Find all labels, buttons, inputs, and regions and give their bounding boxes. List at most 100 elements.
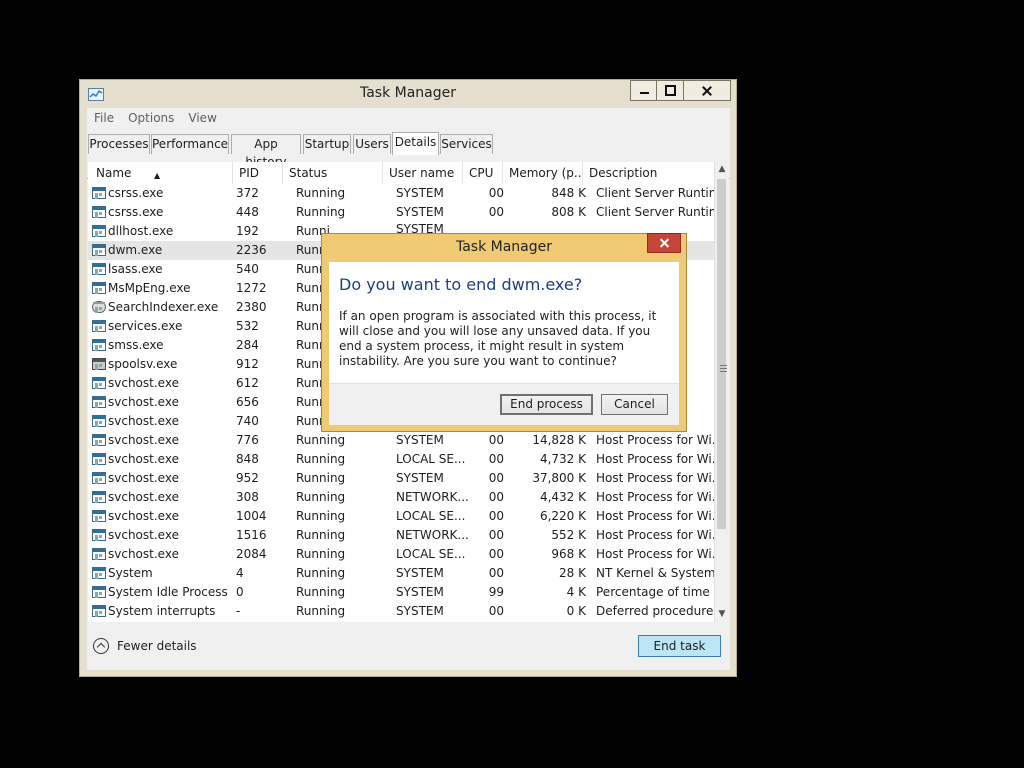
chevron-up-circle-icon	[93, 638, 109, 654]
scroll-up-arrow-icon[interactable]: ▲	[715, 162, 729, 177]
process-description: Deferred procedure ...	[596, 604, 714, 618]
process-icon	[90, 508, 106, 524]
column-header-description[interactable]: Description	[583, 162, 715, 184]
process-description: Client Server Runtim...	[596, 186, 714, 200]
column-header-memory[interactable]: Memory (p...	[503, 162, 583, 184]
process-name: System Idle Process	[108, 585, 228, 599]
process-description: Percentage of time t...	[596, 585, 714, 599]
column-header-name[interactable]: Name ▲	[88, 162, 233, 184]
process-name: System	[108, 566, 153, 580]
process-cpu: 00	[488, 452, 504, 466]
process-memory: 968 K	[551, 547, 586, 561]
process-user: SYSTEM	[396, 604, 444, 618]
cancel-button[interactable]: Cancel	[601, 394, 668, 415]
end-task-button[interactable]: End task	[638, 635, 721, 657]
process-pid: 612	[236, 376, 259, 390]
process-name: MsMpEng.exe	[108, 281, 191, 295]
tab-services[interactable]: Services	[440, 134, 493, 154]
process-status: Running	[296, 604, 346, 618]
process-glyph	[92, 453, 106, 465]
process-row[interactable]: csrss.exe 448 Running SYSTEM 00 808 K Client S…	[88, 203, 715, 222]
process-glyph	[92, 358, 106, 370]
process-pid: 2380	[236, 300, 267, 314]
process-glyph	[92, 548, 106, 560]
process-cpu: 00	[488, 490, 504, 504]
caption-buttons	[630, 80, 731, 101]
fewer-details-toggle[interactable]: Fewer details	[93, 636, 197, 656]
tab-details[interactable]: Details	[392, 132, 439, 155]
process-glyph	[92, 320, 106, 332]
process-user: SYSTEM	[396, 471, 444, 485]
process-row[interactable]: svchost.exe 308 Running NETWORK... 00 4,432 K…	[88, 488, 715, 507]
maximize-button[interactable]	[657, 80, 684, 101]
end-process-button[interactable]: End process	[500, 394, 593, 415]
process-row[interactable]: System interrupts - Running SYSTEM 00 0 K Defe…	[88, 602, 715, 621]
process-icon	[90, 337, 106, 353]
column-header-cpu[interactable]: CPU	[463, 162, 503, 184]
process-pid: 740	[236, 414, 259, 428]
column-header-pid[interactable]: PID	[233, 162, 283, 184]
process-pid: 372	[236, 186, 259, 200]
process-description: Host Process for Wi...	[596, 471, 714, 485]
process-row[interactable]: csrss.exe 372 Running SYSTEM 00 848 K Client S…	[88, 184, 715, 203]
dialog-footer: End process Cancel	[329, 383, 679, 425]
dialog-close-button[interactable]	[647, 233, 681, 253]
close-button[interactable]	[684, 80, 731, 101]
title-bar[interactable]: Task Manager	[79, 79, 737, 107]
process-memory: 28 K	[559, 566, 586, 580]
process-row[interactable]: svchost.exe 776 Running SYSTEM 00 14,828 K Hos…	[88, 431, 715, 450]
tab-app-history[interactable]: App history	[231, 134, 301, 169]
process-row[interactable]: System 4 Running SYSTEM 00 28 K NT Kernel & Sy…	[88, 564, 715, 583]
process-pid: 4	[236, 566, 244, 580]
scroll-down-arrow-icon[interactable]: ▼	[715, 607, 729, 622]
printer-process-icon	[90, 356, 106, 372]
minimize-button[interactable]	[630, 80, 657, 101]
process-icon	[90, 318, 106, 334]
process-row[interactable]: svchost.exe 848 Running LOCAL SE... 00 4,732 …	[88, 450, 715, 469]
process-user: SYSTEM	[396, 585, 444, 599]
process-row[interactable]: svchost.exe 952 Running SYSTEM 00 37,800 K Hos…	[88, 469, 715, 488]
process-name: svchost.exe	[108, 414, 179, 428]
process-glyph	[92, 339, 106, 351]
column-header-status[interactable]: Status	[283, 162, 383, 184]
process-icon	[90, 394, 106, 410]
tab-performance[interactable]: Performance	[151, 134, 229, 154]
column-header-user-name[interactable]: User name	[383, 162, 463, 184]
menu-file[interactable]: File	[87, 108, 121, 128]
vertical-scrollbar[interactable]: ▲ ▼	[714, 162, 729, 622]
process-icon	[90, 261, 106, 277]
process-status: Running	[296, 471, 346, 485]
process-status: Running	[296, 547, 346, 561]
process-pid: -	[236, 604, 241, 618]
tab-users[interactable]: Users	[353, 134, 391, 154]
process-name: csrss.exe	[108, 205, 164, 219]
process-memory: 848 K	[551, 186, 586, 200]
process-status: Running	[296, 566, 346, 580]
process-cpu: 00	[488, 433, 504, 447]
process-glyph	[92, 377, 106, 389]
process-glyph	[92, 510, 106, 522]
sort-ascending-icon: ▲	[154, 171, 161, 180]
dialog-body: Do you want to end dwm.exe? If an open p…	[329, 262, 679, 425]
process-icon	[90, 204, 106, 220]
menu-options[interactable]: Options	[121, 108, 181, 128]
tab-startup[interactable]: Startup	[303, 134, 351, 154]
process-icon	[90, 223, 106, 239]
process-glyph	[92, 206, 106, 218]
process-row[interactable]: svchost.exe 1004 Running LOCAL SE... 00 6,220…	[88, 507, 715, 526]
process-glyph	[92, 415, 106, 427]
process-pid: 192	[236, 224, 259, 238]
tab-processes[interactable]: Processes	[88, 134, 150, 154]
menu-view[interactable]: View	[181, 108, 223, 128]
process-cpu: 00	[488, 205, 504, 219]
process-user: SYSTEM	[396, 566, 444, 580]
process-row[interactable]: svchost.exe 1516 Running NETWORK... 00 552 K H…	[88, 526, 715, 545]
process-glyph	[92, 301, 106, 313]
process-row[interactable]: System Idle Process 0 Running SYSTEM 99 4 K Pe…	[88, 583, 715, 602]
scrollbar-thumb[interactable]	[717, 179, 727, 529]
process-pid: 776	[236, 433, 259, 447]
process-pid: 308	[236, 490, 259, 504]
process-status: Running	[296, 490, 346, 504]
process-pid: 448	[236, 205, 259, 219]
process-row[interactable]: svchost.exe 2084 Running LOCAL SE... 00 968 K…	[88, 545, 715, 564]
